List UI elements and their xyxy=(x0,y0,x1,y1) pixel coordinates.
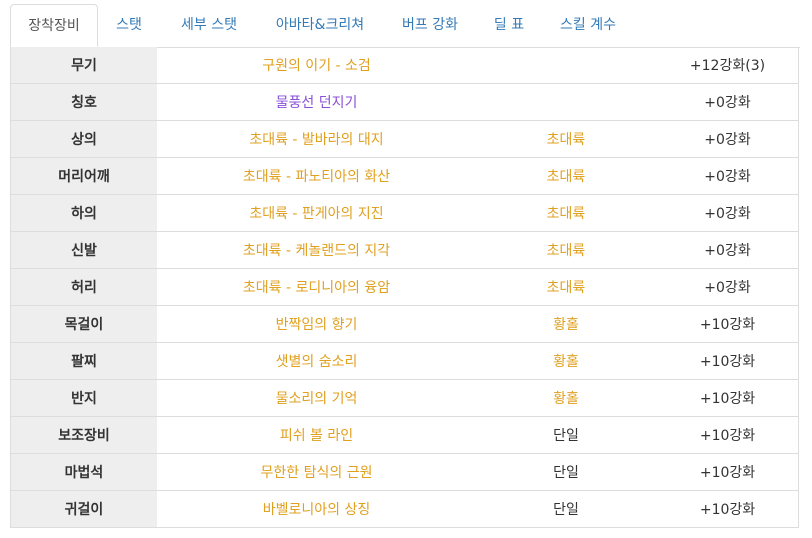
table-row: 목걸이 반짝임의 향기 황홀 +10강화 xyxy=(11,305,798,342)
table-row: 하의 초대륙 - 판게아의 지진 초대륙 +0강화 xyxy=(11,194,798,231)
item-name: 물풍선 던지기 xyxy=(275,95,358,111)
equipment-table: 무기 구원의 이기 - 소검 +12강화(3) 칭호 물풍선 던지기 +0강화 상의 초대륙 … xyxy=(10,47,799,528)
enhance-level: +0강화 xyxy=(704,95,751,111)
table-row: 반지 물소리의 기억 황홀 +10강화 xyxy=(11,379,798,416)
table-row: 귀걸이 바벨로니아의 상징 단일 +10강화 xyxy=(11,490,798,527)
item-name: 초대륙 - 파노티아의 화산 xyxy=(242,169,391,185)
slot-label: 허리 xyxy=(11,269,157,305)
slot-label: 상의 xyxy=(11,121,157,157)
slot-label: 귀걸이 xyxy=(11,491,157,527)
set-name: 단일 xyxy=(553,428,579,444)
tab-stats[interactable]: 스탯 xyxy=(104,4,154,46)
table-row: 무기 구원의 이기 - 소검 +12강화(3) xyxy=(11,47,798,83)
enhance-level: +0강화 xyxy=(704,206,751,222)
slot-label: 목걸이 xyxy=(11,306,157,342)
slot-label: 신발 xyxy=(11,232,157,268)
set-name xyxy=(476,84,656,120)
set-name: 초대륙 xyxy=(546,132,586,148)
tab-buff-enhance[interactable]: 버프 강화 xyxy=(390,4,470,46)
item-name: 샛별의 숨소리 xyxy=(275,354,358,370)
table-row: 허리 초대륙 - 로디니아의 융암 초대륙 +0강화 xyxy=(11,268,798,305)
table-row: 칭호 물풍선 던지기 +0강화 xyxy=(11,83,798,120)
enhance-level: +10강화 xyxy=(699,502,756,518)
item-name: 피쉬 볼 라인 xyxy=(279,428,354,444)
item-name: 초대륙 - 판게아의 지진 xyxy=(249,206,384,222)
tab-damage-table[interactable]: 딜 표 xyxy=(484,4,534,46)
enhance-level: +10강화 xyxy=(699,354,756,370)
enhance-level: +0강화 xyxy=(704,169,751,185)
item-name: 반짝임의 향기 xyxy=(275,317,358,333)
table-row: 상의 초대륙 - 발바라의 대지 초대륙 +0강화 xyxy=(11,120,798,157)
item-name: 초대륙 - 케놀랜드의 지각 xyxy=(242,243,391,259)
table-row: 팔찌 샛별의 숨소리 황홀 +10강화 xyxy=(11,342,798,379)
set-name: 단일 xyxy=(553,502,579,518)
enhance-level: +10강화 xyxy=(699,391,756,407)
tab-equipment[interactable]: 장착장비 xyxy=(10,4,98,47)
set-name: 초대륙 xyxy=(546,169,586,185)
enhance-level: +10강화 xyxy=(699,317,756,333)
item-name: 물소리의 기억 xyxy=(275,391,358,407)
item-name: 구원의 이기 - 소검 xyxy=(262,58,371,74)
slot-label: 반지 xyxy=(11,380,157,416)
slot-label: 무기 xyxy=(11,47,157,83)
set-name: 초대륙 xyxy=(546,280,586,296)
enhance-level: +12강화(3) xyxy=(689,58,766,74)
enhance-level: +10강화 xyxy=(699,465,756,481)
set-name: 황홀 xyxy=(553,391,579,407)
set-name: 황홀 xyxy=(553,317,579,333)
table-row: 보조장비 피쉬 볼 라인 단일 +10강화 xyxy=(11,416,798,453)
set-name: 황홀 xyxy=(553,354,579,370)
item-name: 무한한 탐식의 근원 xyxy=(260,465,373,481)
item-name: 초대륙 - 발바라의 대지 xyxy=(249,132,384,148)
tab-bar: 장착장비 스탯 세부 스탯 아바타&크리쳐 버프 강화 딜 표 스킬 계수 xyxy=(10,4,800,48)
slot-label: 하의 xyxy=(11,195,157,231)
enhance-level: +10강화 xyxy=(699,428,756,444)
set-name xyxy=(476,47,656,83)
table-row: 마법석 무한한 탐식의 근원 단일 +10강화 xyxy=(11,453,798,490)
slot-label: 머리어깨 xyxy=(11,158,157,194)
item-name: 바벨로니아의 상징 xyxy=(262,502,371,518)
set-name: 단일 xyxy=(553,465,579,481)
tab-avatar-creature[interactable]: 아바타&크리쳐 xyxy=(265,4,375,46)
enhance-level: +0강화 xyxy=(704,132,751,148)
slot-label: 보조장비 xyxy=(11,417,157,453)
slot-label: 팔찌 xyxy=(11,343,157,379)
enhance-level: +0강화 xyxy=(704,243,751,259)
table-row: 신발 초대륙 - 케놀랜드의 지각 초대륙 +0강화 xyxy=(11,231,798,268)
tab-detail-stats[interactable]: 세부 스탯 xyxy=(169,4,249,46)
slot-label: 칭호 xyxy=(11,84,157,120)
tab-skill-coefficient[interactable]: 스킬 계수 xyxy=(548,4,628,46)
item-name: 초대륙 - 로디니아의 융암 xyxy=(242,280,391,296)
table-row: 머리어깨 초대륙 - 파노티아의 화산 초대륙 +0강화 xyxy=(11,157,798,194)
slot-label: 마법석 xyxy=(11,454,157,490)
set-name: 초대륙 xyxy=(546,243,586,259)
enhance-level: +0강화 xyxy=(704,280,751,296)
set-name: 초대륙 xyxy=(546,206,586,222)
